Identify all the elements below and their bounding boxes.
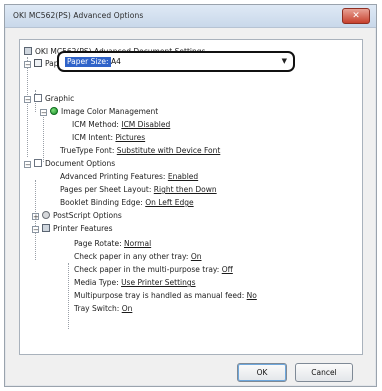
ok-button[interactable]: OK — [237, 363, 287, 382]
setting-value[interactable]: On Left Edge — [145, 198, 193, 207]
tree-item-printer-features[interactable]: Printer Features — [42, 224, 113, 234]
setting-truetype-font[interactable]: TrueType Font: Substitute with Device Fo… — [60, 146, 220, 156]
dropdown-arrow-icon[interactable]: ▼ — [282, 57, 287, 65]
setting-value[interactable]: Off — [222, 265, 233, 274]
collapse-icon[interactable]: − — [24, 161, 31, 169]
collapse-icon[interactable]: − — [24, 61, 31, 69]
tree-line — [27, 57, 28, 157]
window-title: OKI MC562(PS) Advanced Options — [13, 11, 144, 20]
setting-media-type[interactable]: Media Type: Use Printer Settings — [74, 278, 196, 288]
setting-value[interactable]: Substitute with Device Font — [117, 146, 221, 155]
setting-label: Booklet Binding Edge: — [60, 198, 143, 207]
setting-booklet-binding[interactable]: Booklet Binding Edge: On Left Edge — [60, 198, 194, 208]
setting-advanced-printing[interactable]: Advanced Printing Features: Enabled — [60, 172, 198, 182]
close-button[interactable]: ✕ — [342, 8, 370, 24]
setting-check-mp-tray[interactable]: Check paper in the multi-purpose tray: O… — [74, 265, 233, 275]
setting-label: ICM Intent: — [72, 133, 114, 142]
setting-value[interactable]: No — [247, 291, 257, 300]
printer-icon — [24, 47, 32, 55]
icm-label: Image Color Management — [61, 107, 159, 116]
setting-pages-per-sheet[interactable]: Pages per Sheet Layout: Right then Down — [60, 185, 217, 195]
graphic-icon — [34, 94, 42, 102]
setting-check-other-tray[interactable]: Check paper in any other tray: On — [74, 252, 202, 262]
setting-value[interactable]: Pictures — [115, 133, 145, 142]
document-icon — [34, 159, 42, 167]
printer-features-icon — [42, 224, 50, 232]
setting-label: Advanced Printing Features: — [60, 172, 166, 181]
graphic-label: Graphic — [45, 94, 75, 103]
paper-size-dropdown[interactable]: A4 — [111, 56, 289, 68]
setting-label: Pages per Sheet Layout: — [60, 185, 152, 194]
tree-item-icm[interactable]: Image Color Management — [50, 107, 158, 117]
collapse-icon[interactable]: − — [40, 109, 47, 117]
setting-tray-switch[interactable]: Tray Switch: On — [74, 304, 132, 314]
setting-value[interactable]: On — [191, 252, 202, 261]
tree-line — [43, 110, 44, 162]
setting-label: Tray Switch: — [74, 304, 120, 313]
color-management-icon — [50, 107, 58, 115]
setting-label: Page Rotate: — [74, 239, 122, 248]
setting-page-rotate[interactable]: Page Rotate: Normal — [74, 239, 151, 249]
setting-icm-intent[interactable]: ICM Intent: Pictures — [72, 133, 145, 143]
setting-mp-manual-feed[interactable]: Multipurpose tray is handled as manual f… — [74, 291, 257, 301]
tree-line — [68, 263, 69, 329]
cancel-button[interactable]: Cancel — [295, 363, 353, 382]
tree-item-postscript[interactable]: PostScript Options — [42, 211, 122, 221]
tree-item-document-options[interactable]: Document Options — [34, 159, 115, 169]
setting-label: Media Type: — [74, 278, 119, 287]
setting-label: Check paper in any other tray: — [74, 252, 189, 261]
expand-icon[interactable]: + — [32, 213, 39, 221]
setting-value[interactable]: Right then Down — [154, 185, 217, 194]
printer-features-label: Printer Features — [53, 224, 113, 233]
setting-value[interactable]: Normal — [124, 239, 151, 248]
advanced-options-dialog: OKI MC562(PS) Advanced Options ✕ OKI MC5… — [4, 4, 377, 387]
setting-value[interactable]: Use Printer Settings — [121, 278, 196, 287]
collapse-icon[interactable]: − — [24, 96, 31, 104]
settings-tree: OKI MC562(PS) Advanced Document Settings… — [19, 39, 363, 355]
postscript-options-icon — [42, 211, 50, 219]
setting-label: Check paper in the multi-purpose tray: — [74, 265, 220, 274]
collapse-icon[interactable]: − — [32, 226, 39, 234]
setting-label: ICM Method: — [72, 120, 119, 129]
setting-label: Multipurpose tray is handled as manual f… — [74, 291, 245, 300]
paper-size-label: Paper Size: — [65, 57, 111, 67]
setting-value[interactable]: On — [122, 304, 133, 313]
tree-item-graphic[interactable]: Graphic — [34, 94, 74, 104]
setting-value[interactable]: Enabled — [168, 172, 198, 181]
setting-label: TrueType Font: — [60, 146, 115, 155]
setting-value[interactable]: ICM Disabled — [121, 120, 170, 129]
document-options-label: Document Options — [45, 159, 116, 168]
paper-icon — [34, 59, 42, 67]
paper-size-selector[interactable]: Paper Size: A4 ▼ — [57, 51, 295, 72]
postscript-label: PostScript Options — [53, 211, 122, 220]
setting-icm-method[interactable]: ICM Method: ICM Disabled — [72, 120, 170, 130]
title-bar: OKI MC562(PS) Advanced Options ✕ — [5, 5, 376, 28]
